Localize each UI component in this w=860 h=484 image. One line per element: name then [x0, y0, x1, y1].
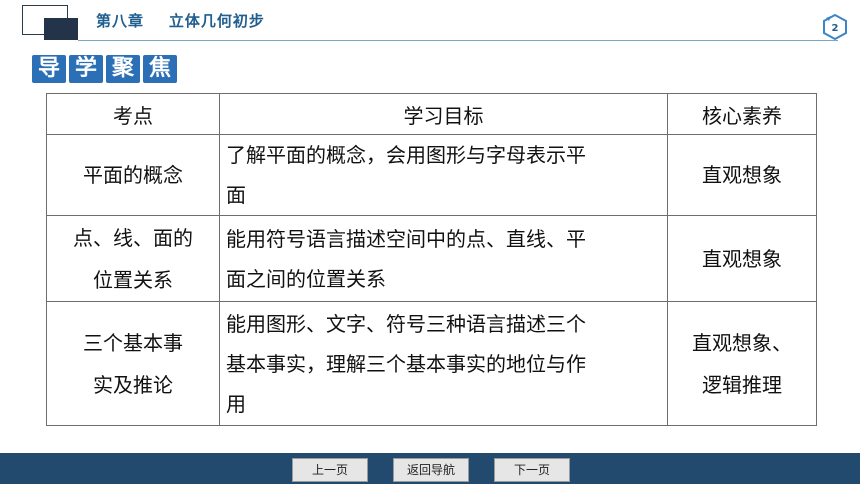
topic-line: 实及推论 [93, 372, 173, 397]
goal-line: 能用符号语言描述空间中的点、直线、平 [226, 226, 586, 251]
column-header-literacy: 核心素养 [667, 93, 817, 135]
topic-line: 三个基本事 [83, 330, 183, 355]
header-divider [78, 40, 838, 41]
column-header-goal: 学习目标 [219, 93, 668, 135]
literacy-line: 直观想象 [702, 163, 782, 187]
topic-cell: 三个基本事 实及推论 [46, 301, 220, 426]
topic-line: 点、线、面的 [73, 225, 193, 250]
goal-line: 基本事实，理解三个基本事实的地位与作 [226, 351, 586, 376]
topic-line: 平面的概念 [83, 163, 183, 187]
literacy-cell: 直观想象 [667, 215, 817, 302]
table-row: 点、线、面的 位置关系 能用符号语言描述空间中的点、直线、平 面之间的位置关系 … [46, 215, 817, 302]
page-number: 2 [832, 23, 839, 34]
goal-line: 能用图形、文字、符号三种语言描述三个 [226, 311, 586, 336]
section-tag-char: 学 [69, 55, 103, 83]
next-page-button[interactable]: 下一页 [494, 458, 570, 482]
column-header-topic: 考点 [46, 93, 220, 135]
topic-line: 位置关系 [93, 267, 173, 292]
page-number-badge: 2 [823, 14, 847, 40]
literacy-line: 直观想象 [702, 246, 782, 271]
chapter-title: 第八章 立体几何初步 [96, 12, 265, 30]
section-tag-char: 焦 [143, 55, 177, 83]
section-tag-char: 导 [32, 55, 66, 83]
topic-cell: 平面的概念 [46, 134, 220, 216]
table-header-row: 考点 学习目标 核心素养 [46, 93, 817, 135]
literacy-cell: 直观想象 [667, 134, 817, 216]
goal-cell: 了解平面的概念，会用图形与字母表示平 面 [219, 134, 668, 216]
header-decoration-fill [44, 18, 78, 40]
literacy-cell: 直观想象、 逻辑推理 [667, 301, 817, 426]
table-row: 三个基本事 实及推论 能用图形、文字、符号三种语言描述三个 基本事实，理解三个基… [46, 301, 817, 426]
section-tag-char: 聚 [106, 55, 140, 83]
back-to-nav-button[interactable]: 返回导航 [393, 458, 469, 482]
literacy-line: 直观想象、 [692, 330, 792, 355]
table-row: 平面的概念 了解平面的概念，会用图形与字母表示平 面 直观想象 [46, 134, 817, 216]
goal-line: 用 [226, 391, 246, 416]
goal-cell: 能用图形、文字、符号三种语言描述三个 基本事实，理解三个基本事实的地位与作 用 [219, 301, 668, 426]
prev-page-button[interactable]: 上一页 [292, 458, 368, 482]
topic-cell: 点、线、面的 位置关系 [46, 215, 220, 302]
goal-line: 面 [226, 183, 246, 207]
goal-line: 面之间的位置关系 [226, 266, 386, 291]
section-tag: 导 学 聚 焦 [32, 55, 177, 83]
literacy-line: 逻辑推理 [702, 372, 782, 397]
goal-cell: 能用符号语言描述空间中的点、直线、平 面之间的位置关系 [219, 215, 668, 302]
goal-line: 了解平面的概念，会用图形与字母表示平 [226, 143, 586, 167]
learning-points-table: 考点 学习目标 核心素养 平面的概念 了解平面的概念，会用图形与字母表示平 面 … [46, 93, 817, 426]
